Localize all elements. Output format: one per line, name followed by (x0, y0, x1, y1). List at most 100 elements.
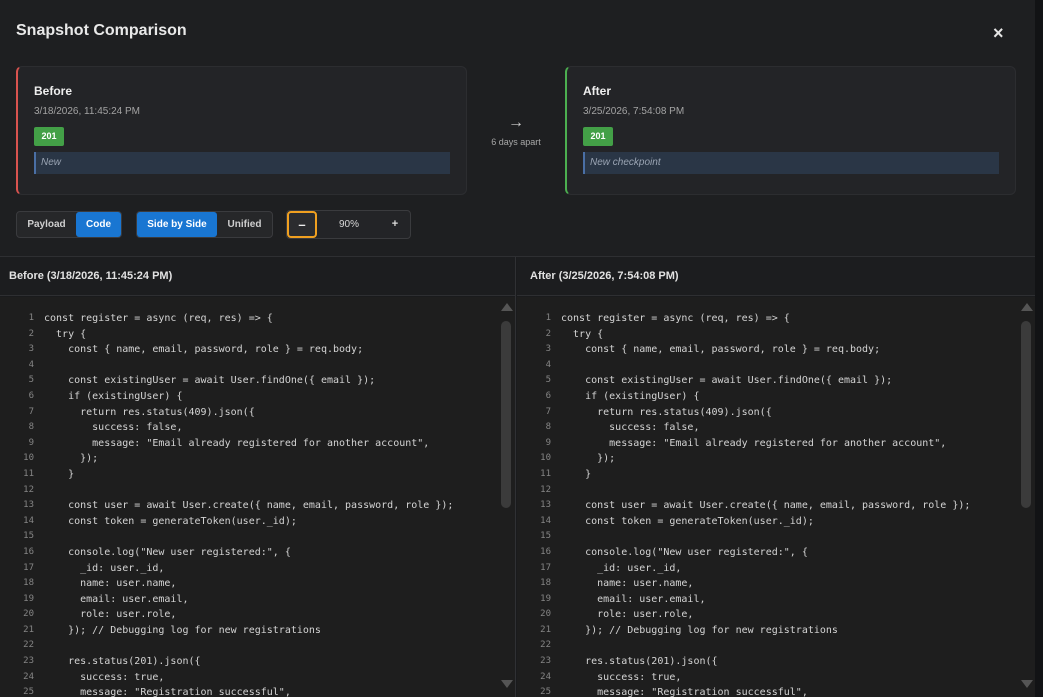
after-label: After (583, 84, 612, 98)
line-number: 12 (540, 484, 551, 495)
code-line: 13 const user = await User.create({ name… (0, 498, 497, 514)
code-line: 14 const token = generateToken(user._id)… (517, 514, 1017, 530)
line-number: 16 (23, 546, 34, 557)
diff-layout-toggle: Side by Side Unified (136, 211, 273, 238)
diff-panes: Before (3/18/2026, 11:45:24 PM) 1 const r… (0, 256, 1035, 697)
code-line: 18 name: user.name, (0, 576, 497, 592)
code-line: 25 message: "Registration successful", (517, 685, 1017, 697)
unified-button[interactable]: Unified (217, 212, 272, 237)
code-line: 16 console.log("New user registered:", { (0, 545, 497, 561)
code-line: 5 const existingUser = await User.findOn… (0, 373, 497, 389)
code-line: 25 message: "Registration successful", (0, 685, 497, 697)
code-line: 17 _id: user._id, (517, 561, 1017, 577)
line-number: 18 (23, 578, 34, 589)
code-line: 7 return res.status(409).json({ (517, 405, 1017, 421)
line-text: const register = async (req, res) => { (44, 313, 273, 324)
line-text: res.status(201).json({ (561, 656, 718, 668)
zoom-out-button[interactable]: – (287, 211, 317, 238)
code-line: 16 console.log("New user registered:", { (517, 545, 1017, 561)
code-line: 2 try { (0, 327, 497, 343)
right-arrow-icon: → (508, 114, 524, 131)
after-status-badge: 201 (583, 127, 613, 146)
code-line: 1 const register = async (req, res) => { (517, 311, 1017, 327)
line-text: console.log("New user registered:", { (561, 546, 808, 558)
line-number: 11 (23, 468, 34, 479)
code-line: 17 _id: user._id, (0, 561, 497, 577)
line-text: success: true, (44, 671, 165, 683)
code-line: 18 name: user.name, (517, 576, 1017, 592)
code-line: 8 success: false, (0, 420, 497, 436)
scroll-down-icon[interactable] (501, 680, 513, 688)
before-scrollbar[interactable] (497, 297, 515, 697)
scroll-thumb[interactable] (501, 321, 511, 508)
code-line: 1 const register = async (req, res) => { (0, 311, 497, 327)
line-number: 4 (545, 359, 551, 370)
before-label: Before (34, 84, 73, 98)
code-line: 22 (517, 638, 1017, 654)
code-line: 19 email: user.email, (517, 592, 1017, 608)
line-number: 14 (540, 515, 551, 526)
after-message: New checkpoint (583, 152, 999, 174)
before-snapshot-card: Before 3/18/2026, 11:45:24 PM 201 New (16, 66, 467, 195)
line-text: const existingUser = await User.findOne(… (44, 375, 376, 387)
before-status-badge: 201 (34, 127, 64, 146)
code-line: 15 (0, 529, 497, 545)
code-line: 22 (0, 638, 497, 654)
scroll-thumb[interactable] (1021, 321, 1031, 508)
line-text: email: user.email, (561, 593, 706, 605)
payload-button[interactable]: Payload (17, 212, 76, 237)
close-icon[interactable]: × (993, 24, 1007, 42)
line-number: 14 (23, 515, 34, 526)
before-code-view[interactable]: 1 const register = async (req, res) => {2… (0, 297, 497, 697)
code-line: 23 res.status(201).json({ (0, 654, 497, 670)
line-number: 24 (23, 671, 34, 682)
line-number: 1 (545, 313, 551, 323)
line-number: 8 (28, 422, 34, 433)
code-line: 4 (0, 358, 497, 374)
code-line: 13 const user = await User.create({ name… (517, 498, 1017, 514)
code-line: 9 message: "Email already registered for… (517, 436, 1017, 452)
before-pane-title: Before (3/18/2026, 11:45:24 PM) (0, 257, 515, 296)
code-line: 24 success: true, (517, 670, 1017, 686)
after-pane-title: After (3/25/2026, 7:54:08 PM) (517, 257, 1035, 296)
scroll-down-icon[interactable] (1021, 680, 1033, 688)
zoom-control: – 90% + (286, 210, 411, 239)
code-line: 10 }); (0, 451, 497, 467)
code-line: 11 } (517, 467, 1017, 483)
line-number: 16 (540, 546, 551, 557)
line-text: res.status(201).json({ (44, 656, 201, 668)
code-line: 19 email: user.email, (0, 592, 497, 608)
line-number: 20 (540, 609, 551, 620)
line-number: 24 (540, 671, 551, 682)
line-number: 20 (23, 609, 34, 620)
line-number: 22 (23, 640, 34, 651)
line-number: 22 (540, 640, 551, 651)
snapshot-comparison-modal: Snapshot Comparison × Before 3/18/2026, … (0, 0, 1035, 697)
code-line: 12 (0, 483, 497, 499)
background-edge (1035, 0, 1043, 697)
line-text: message: "Email already registered for a… (44, 437, 430, 449)
line-text: success: false, (561, 422, 700, 434)
line-text: }); // Debugging log for new registratio… (561, 624, 838, 636)
line-text: role: user.role, (561, 609, 694, 621)
zoom-in-button[interactable]: + (383, 211, 407, 238)
code-button[interactable]: Code (76, 212, 121, 237)
line-number: 17 (540, 562, 551, 573)
after-code-view[interactable]: 1 const register = async (req, res) => { 2… (517, 297, 1017, 697)
code-line: 5 const existingUser = await User.findOn… (517, 373, 1017, 389)
scroll-up-icon[interactable] (501, 303, 513, 311)
line-number: 15 (23, 531, 34, 542)
code-line: 4 (517, 358, 1017, 374)
code-line: 21 }); // Debugging log for new registra… (517, 623, 1017, 639)
line-number: 2 (28, 328, 34, 339)
line-text: const user = await User.create({ name, e… (44, 500, 454, 512)
zoom-value: 90% (338, 219, 359, 230)
line-text: }); (44, 453, 99, 465)
before-date: 3/18/2026, 11:45:24 PM (34, 106, 141, 117)
line-text: const token = generateToken(user._id); (561, 515, 814, 527)
code-line: 15 (517, 529, 1017, 545)
after-scrollbar[interactable] (1017, 297, 1035, 697)
line-number: 25 (540, 687, 551, 697)
side-by-side-button[interactable]: Side by Side (137, 212, 217, 237)
scroll-up-icon[interactable] (1021, 303, 1033, 311)
